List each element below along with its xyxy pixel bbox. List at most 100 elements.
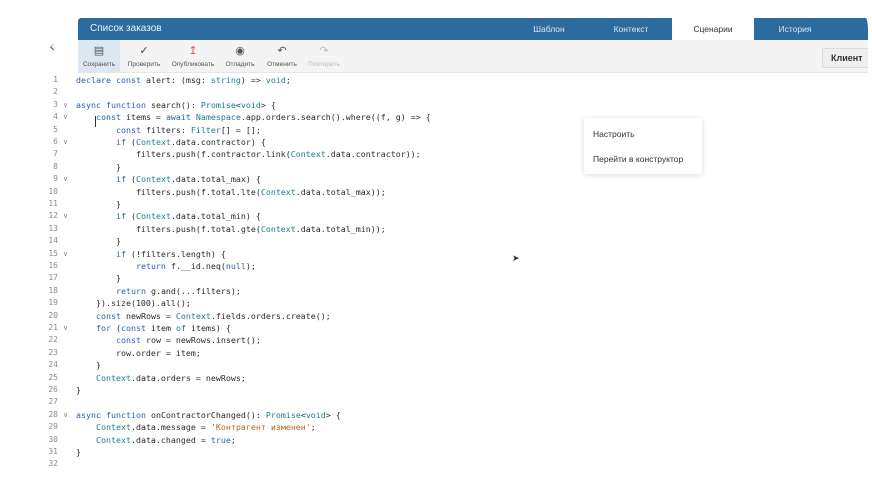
code-line[interactable]: 15 ∨ if (!filters.length) { (40, 248, 820, 260)
code-text: } (76, 385, 81, 395)
fold-chevron-icon[interactable]: ∨ (63, 99, 68, 111)
tab-context[interactable]: Контекст (590, 18, 672, 40)
code-line[interactable]: 28 ∨ async function onContractorChanged():… (40, 409, 820, 421)
line-number: 29 (48, 422, 58, 432)
mouse-pointer-icon: ➤ (512, 254, 520, 264)
publish-label: Опубликовать (171, 61, 215, 68)
code-line[interactable]: 23 row.order = item; (40, 347, 820, 359)
fold-chevron-icon[interactable]: ∨ (63, 210, 68, 222)
line-number: 20 (48, 310, 58, 320)
save-icon: ▤ (93, 44, 105, 57)
code-line[interactable]: 11 } (40, 198, 820, 210)
line-number: 12 (48, 211, 58, 221)
code-line[interactable]: 29 Context.data.message = 'Контрагент из… (40, 421, 820, 433)
code-text: filters.push(f.contractor.link(Context.d… (76, 149, 421, 160)
line-number: 11 (48, 199, 58, 208)
line-number: 21 (48, 323, 58, 332)
fold-chevron-icon[interactable]: ∨ (63, 136, 68, 148)
line-number: 14 (48, 236, 58, 246)
line-number: 17 (48, 273, 58, 283)
line-number: 2 (53, 87, 58, 97)
check-button[interactable]: ✓ Проверить (122, 40, 166, 72)
code-editor[interactable]: 1 declare const alert: (msg: string) => v… (40, 74, 872, 474)
code-line[interactable]: 18 return g.and(...filters); (40, 285, 820, 297)
code-text: async function onContractorChanged(): Pr… (76, 409, 341, 420)
code-line[interactable]: 3 ∨ async function search(): Promise<void>… (40, 99, 820, 111)
code-line[interactable]: 31} (40, 446, 820, 458)
code-line[interactable]: 26} (40, 384, 820, 396)
code-text: Context.data.changed = true; (95, 434, 236, 445)
client-button[interactable]: Клиент (822, 48, 872, 68)
menu-item-open-constructor[interactable]: Перейти в конструктор (593, 154, 683, 164)
fold-chevron-icon[interactable]: ∨ (63, 173, 68, 185)
line-number: 8 (53, 161, 58, 171)
code-line[interactable]: 2 (40, 86, 820, 98)
code-line[interactable]: 20 const newRows = Context.fields.orders… (40, 310, 820, 322)
code-line[interactable]: 14 } (40, 235, 820, 247)
code-text: filters.push(f.total.gte(Context.data.to… (76, 223, 386, 234)
code-text: const filters: Filter[] = []; (115, 124, 261, 135)
menu-item-configure[interactable]: Настроить (593, 129, 635, 139)
code-line[interactable]: 9 ∨ if (Context.data.total_max) { (40, 173, 820, 185)
line-number: 18 (48, 285, 58, 295)
line-number: 3 (53, 99, 58, 109)
line-number: 7 (53, 149, 58, 159)
code-line[interactable]: 25 Context.data.orders = newRows; (40, 372, 820, 384)
fold-chevron-icon[interactable]: ∨ (63, 322, 68, 334)
code-line[interactable]: 8 } (40, 161, 820, 173)
code-line[interactable]: 7 filters.push(f.contractor.link(Context… (40, 148, 820, 160)
code-text: const newRows = Context.fields.orders.cr… (95, 310, 331, 321)
code-line[interactable]: 10 filters.push(f.total.lte(Context.data… (40, 186, 820, 198)
line-number: 19 (48, 298, 58, 308)
line-number: 25 (48, 372, 58, 382)
code-text: for (const item of items) { (95, 323, 231, 333)
debug-button[interactable]: ◉ Отладить (220, 40, 260, 72)
tab-template[interactable]: Шаблон (508, 18, 590, 40)
line-number: 23 (48, 347, 58, 357)
code-line[interactable]: 32 (40, 458, 820, 470)
code-line[interactable]: 21 ∨ for (const item of items) { (40, 322, 820, 334)
fold-chevron-icon[interactable]: ∨ (63, 409, 68, 421)
code-line[interactable]: 13 filters.push(f.total.gte(Context.data… (40, 223, 820, 235)
code-text: } (76, 199, 121, 209)
code-line[interactable]: 30 Context.data.changed = true; (40, 434, 820, 446)
code-line[interactable]: 6 ∨ if (Context.data.contractor) { (40, 136, 820, 148)
code-line[interactable]: 19 }).size(100).all(); (40, 297, 820, 309)
code-line[interactable]: 12 ∨ if (Context.data.total_min) { (40, 210, 820, 222)
code-text: } (76, 273, 121, 284)
line-number: 4 (53, 112, 58, 122)
publish-button[interactable]: ↥ Опубликовать (168, 40, 218, 72)
save-button[interactable]: ▤ Сохранить (78, 40, 120, 72)
code-text: Context.data.orders = newRows; (95, 372, 246, 383)
chevron-left-icon[interactable]: ‹ (40, 38, 64, 58)
code-line[interactable]: 16 return f.__id.neq(null); (40, 260, 820, 272)
upload-icon: ↥ (188, 44, 198, 57)
code-text: } (76, 360, 101, 371)
code-line[interactable]: 17 } (40, 272, 820, 284)
redo-label: Повторить (308, 61, 340, 68)
code-line[interactable]: 22 const row = newRows.insert(); (40, 334, 820, 346)
check-icon: ✓ (139, 44, 149, 57)
fold-chevron-icon[interactable]: ∨ (63, 111, 68, 123)
tab-bar: Шаблон Контекст Сценарии История (508, 18, 836, 40)
line-number: 27 (48, 397, 58, 407)
redo-icon: ↷ (319, 44, 329, 57)
line-number: 24 (48, 360, 58, 370)
code-line[interactable]: 5 const filters: Filter[] = []; (40, 124, 820, 136)
tab-history[interactable]: История (754, 18, 836, 40)
code-line[interactable]: 4 ∨ const items = await Namespace.app.ord… (40, 111, 820, 123)
line-number: 13 (48, 223, 58, 233)
line-number: 5 (53, 124, 58, 134)
check-label: Проверить (127, 61, 161, 68)
undo-button[interactable]: ↶ Отменить (262, 40, 302, 72)
app-header: Список заказов Шаблон Контекст Сценарии … (78, 18, 872, 40)
line-number: 30 (48, 434, 58, 444)
line-number: 16 (48, 261, 58, 270)
code-line[interactable]: 24 } (40, 359, 820, 371)
tab-scenarios[interactable]: Сценарии (672, 18, 754, 40)
code-line[interactable]: 27 (40, 396, 820, 408)
page-title: Список заказов (90, 23, 162, 34)
redo-button[interactable]: ↷ Повторить (304, 40, 344, 72)
code-line[interactable]: 1 declare const alert: (msg: string) => v… (40, 74, 820, 86)
fold-chevron-icon[interactable]: ∨ (63, 248, 68, 260)
